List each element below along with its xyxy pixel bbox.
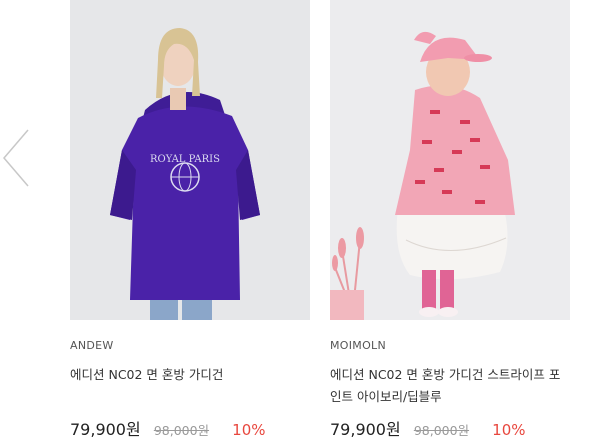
price-row: 79,900원 98,000원 10% [70,416,266,439]
product-name[interactable]: 에디션 NC02 면 혼방 가디건 스트라이프 포인트 아이보리/딥블루 [330,364,570,408]
carousel-prev-button[interactable] [0,128,34,188]
discount-rate: 10% [232,421,266,439]
product-name[interactable]: 에디션 NC02 면 혼방 가디건 [70,364,310,408]
product-brand[interactable]: ANDEW [70,339,310,353]
discount-rate: 10% [492,421,526,439]
model-purple-hoodie-photo: ROYAL PARIS [70,0,310,320]
price-row: 79,900원 98,000원 10% [330,416,526,439]
sale-price: 79,900원 [330,420,401,439]
sale-price: 79,900원 [70,420,141,439]
product-image[interactable] [330,0,570,320]
chevron-left-icon [3,129,29,187]
product-image[interactable]: ROYAL PARIS [70,0,310,320]
product-brand[interactable]: MOIMOLN [330,339,570,353]
product-card[interactable]: MOIMOLN 에디션 NC02 면 혼방 가디건 스트라이프 포인트 아이보리… [330,0,570,439]
original-price: 98,000원 [153,423,210,438]
child-pink-dress-photo [330,0,570,320]
product-card[interactable]: ROYAL PARIS ANDEW 에디션 NC02 면 혼방 가디건 79,9… [70,0,310,439]
original-price: 98,000원 [413,423,470,438]
